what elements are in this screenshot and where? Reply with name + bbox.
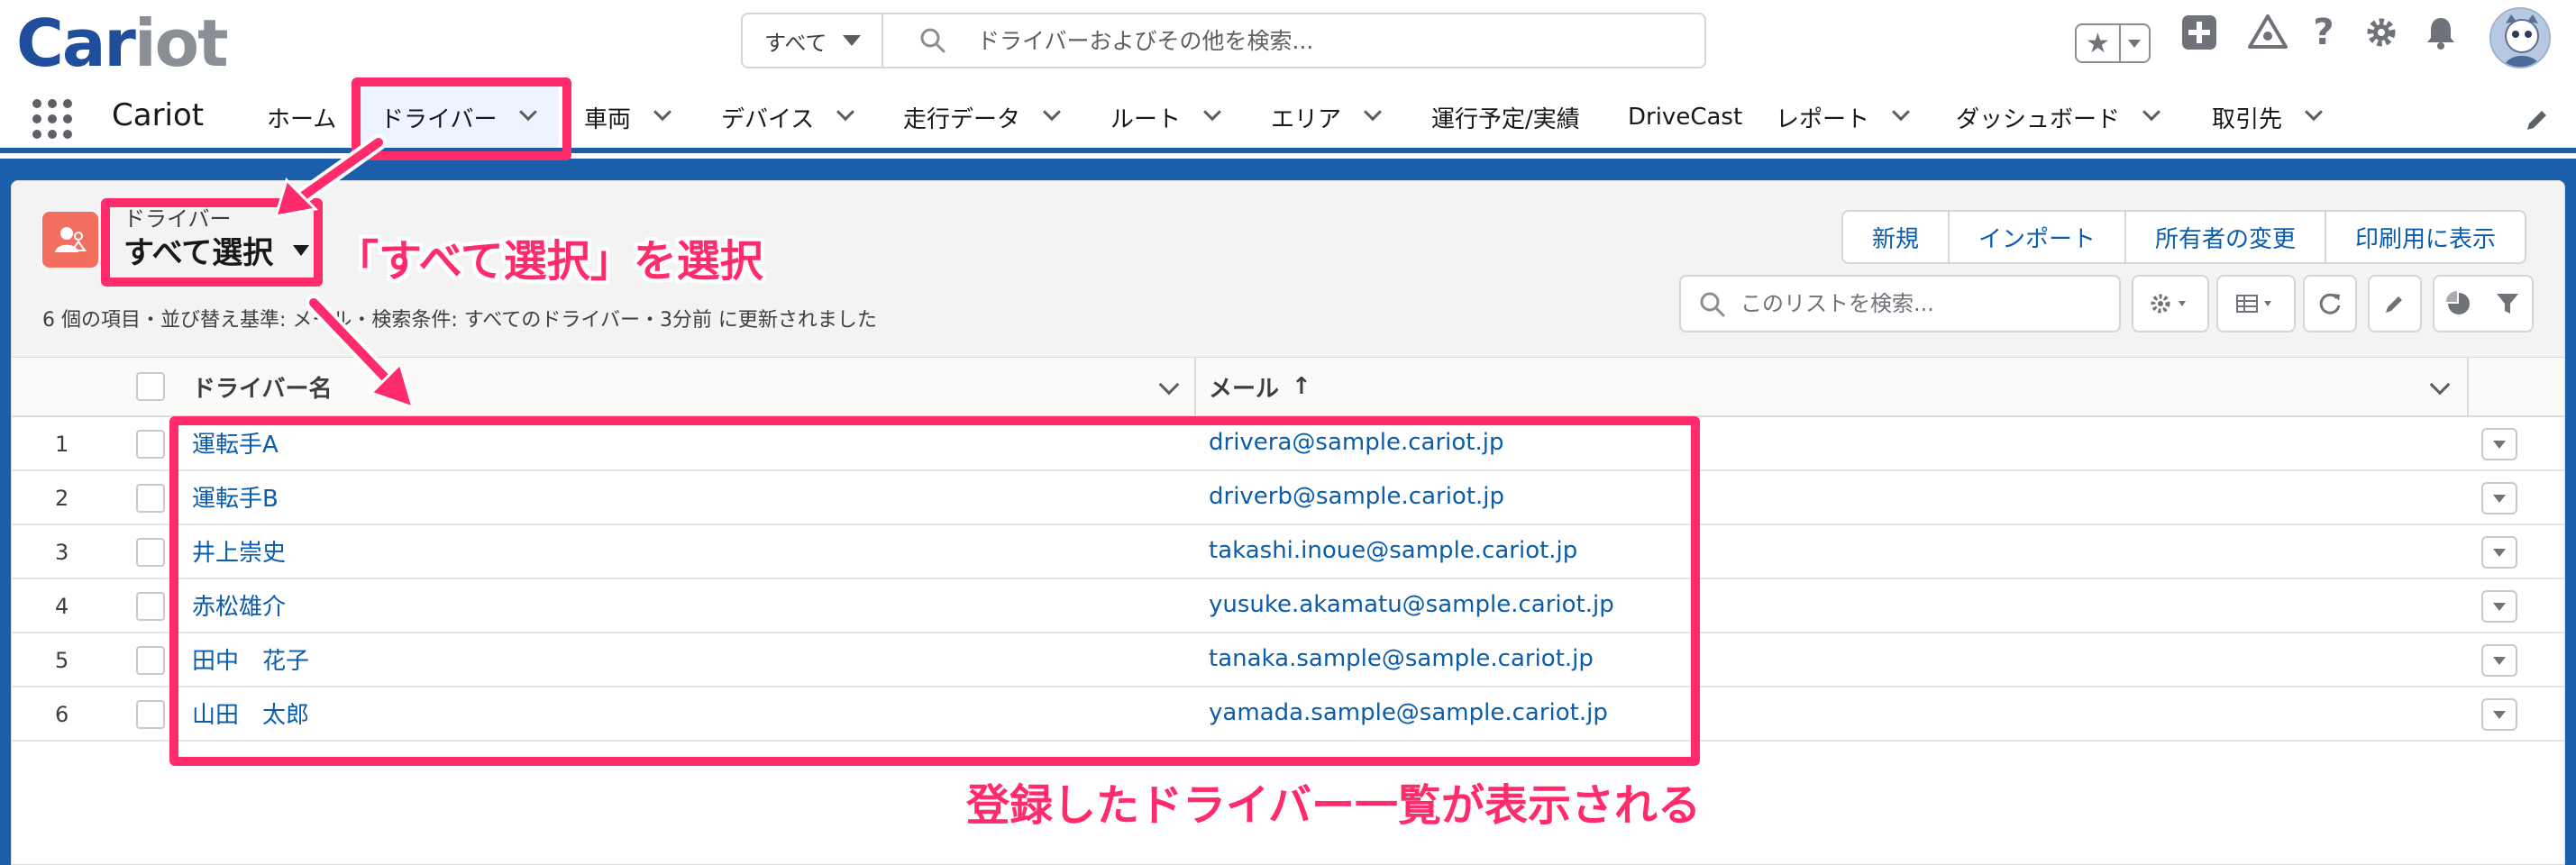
row-number: 6 bbox=[55, 702, 69, 727]
table-header: ドライバー名 メール ↑ bbox=[12, 358, 2564, 417]
nav-item-home[interactable]: ホーム bbox=[267, 86, 336, 148]
row-actions-button[interactable] bbox=[2481, 536, 2517, 569]
row-number: 5 bbox=[55, 648, 69, 673]
nav-item-vehicle[interactable]: 車両 bbox=[584, 86, 671, 148]
filter-icon[interactable] bbox=[2495, 291, 2520, 316]
column-header-driver-name[interactable]: ドライバー名 bbox=[192, 358, 332, 415]
caret-down-icon bbox=[843, 35, 862, 46]
row-number: 1 bbox=[55, 432, 69, 457]
row-checkbox[interactable] bbox=[136, 538, 165, 567]
nav-item-area[interactable]: エリア bbox=[1271, 86, 1382, 148]
list-settings-button[interactable] bbox=[2132, 275, 2209, 332]
highlight-driver-tab bbox=[352, 77, 571, 160]
column-divider[interactable] bbox=[2467, 358, 2469, 415]
nav-item-route[interactable]: ルート bbox=[1110, 86, 1221, 148]
caret-down-icon bbox=[2493, 494, 2506, 503]
chevron-down-icon[interactable] bbox=[2142, 103, 2160, 122]
highlight-driver-list bbox=[169, 416, 1700, 766]
chevron-down-icon[interactable] bbox=[2305, 103, 2323, 122]
row-actions-button[interactable] bbox=[2481, 482, 2517, 514]
search-icon bbox=[1700, 292, 1725, 317]
column-header-email[interactable]: メール ↑ bbox=[1209, 358, 1311, 415]
app-name: Cariot bbox=[112, 97, 205, 133]
global-search-input[interactable] bbox=[977, 20, 1680, 61]
chevron-down-icon[interactable] bbox=[1364, 103, 1382, 122]
nav-item-drivecast[interactable]: DriveCast bbox=[1628, 86, 1742, 148]
row-number: 3 bbox=[55, 540, 69, 565]
chevron-down-icon[interactable] bbox=[1203, 103, 1221, 122]
list-search-input[interactable] bbox=[1740, 284, 2101, 323]
row-number: 4 bbox=[55, 594, 69, 619]
refresh-icon[interactable] bbox=[2303, 275, 2357, 332]
caret-down-icon bbox=[2493, 656, 2506, 665]
chevron-down-icon[interactable] bbox=[1158, 374, 1180, 396]
chart-pie-icon[interactable] bbox=[2446, 291, 2471, 316]
gear-icon[interactable] bbox=[2361, 13, 2401, 52]
chevron-down-icon[interactable] bbox=[1892, 103, 1910, 122]
printable-view-button[interactable]: 印刷用に表示 bbox=[2326, 212, 2525, 262]
caret-down-icon bbox=[2493, 548, 2506, 557]
global-search: すべて bbox=[741, 13, 1706, 68]
global-header: Cariot すべて ★ ? bbox=[0, 0, 2576, 86]
row-actions-button[interactable] bbox=[2481, 428, 2517, 460]
search-icon bbox=[920, 28, 945, 53]
row-actions-button[interactable] bbox=[2481, 590, 2517, 623]
cariot-logo[interactable]: Cariot bbox=[16, 5, 228, 81]
favorites-list-button[interactable] bbox=[2121, 25, 2149, 61]
help-icon[interactable]: ? bbox=[2304, 12, 2343, 53]
row-checkbox[interactable] bbox=[136, 592, 165, 621]
user-avatar[interactable] bbox=[2489, 7, 2551, 68]
edit-nav-pencil-icon[interactable] bbox=[2524, 106, 2551, 133]
change-owner-button[interactable]: 所有者の変更 bbox=[2126, 212, 2327, 262]
caret-down-icon bbox=[2493, 440, 2506, 449]
list-search-box bbox=[1679, 275, 2121, 332]
new-button[interactable]: 新規 bbox=[1843, 212, 1950, 262]
search-scope-dropdown[interactable]: すべて bbox=[743, 14, 883, 67]
favorite-star-icon[interactable]: ★ bbox=[2077, 25, 2121, 61]
caret-down-icon bbox=[2493, 602, 2506, 611]
nav-item-device[interactable]: デバイス bbox=[721, 86, 855, 148]
row-actions-button[interactable] bbox=[2481, 644, 2517, 677]
nav-item-schedule[interactable]: 運行予定/実績 bbox=[1431, 86, 1580, 148]
caret-down-icon bbox=[2493, 710, 2506, 719]
search-scope-label: すべて bbox=[764, 30, 827, 56]
nav-item-report[interactable]: レポート bbox=[1776, 86, 1910, 148]
driver-object-icon bbox=[42, 212, 98, 268]
sort-ascending-arrow-icon: ↑ bbox=[1292, 373, 1311, 400]
app-launcher-icon[interactable] bbox=[32, 99, 72, 139]
annotation-select-all: 「すべて選択」を選択 bbox=[335, 236, 763, 287]
edit-pencil-icon[interactable] bbox=[2368, 275, 2422, 332]
chevron-down-icon[interactable] bbox=[653, 103, 671, 122]
annotation-driver-list: 登録したドライバー一覧が表示される bbox=[966, 780, 1702, 831]
caret-down-icon bbox=[2128, 39, 2142, 48]
row-checkbox[interactable] bbox=[136, 700, 165, 729]
row-actions-button[interactable] bbox=[2481, 698, 2517, 731]
row-checkbox[interactable] bbox=[136, 646, 165, 675]
row-checkbox[interactable] bbox=[136, 430, 165, 459]
chevron-down-icon[interactable] bbox=[2429, 374, 2451, 396]
chart-filter-group bbox=[2433, 275, 2534, 332]
list-action-buttons: 新規 インポート 所有者の変更 印刷用に表示 bbox=[1841, 210, 2527, 264]
row-number: 2 bbox=[55, 486, 69, 511]
nav-item-dashboard[interactable]: ダッシュボード bbox=[1956, 86, 2160, 148]
global-actions-plus-icon[interactable] bbox=[2179, 13, 2219, 52]
list-meta-info: 6 個の項目・並び替え基準: メール・検索条件: すべてのドライバー・3分前 に… bbox=[42, 309, 877, 332]
select-all-checkbox[interactable] bbox=[136, 372, 165, 401]
chevron-down-icon[interactable] bbox=[1043, 103, 1061, 122]
notification-bell-icon[interactable] bbox=[2421, 13, 2461, 52]
highlight-list-view-selector bbox=[101, 198, 323, 287]
display-as-table-button[interactable] bbox=[2216, 275, 2296, 332]
nav-item-drive-data[interactable]: 走行データ bbox=[903, 86, 1061, 148]
import-button[interactable]: インポート bbox=[1950, 212, 2127, 262]
favorites-group: ★ bbox=[2075, 23, 2151, 63]
nav-item-account[interactable]: 取引先 bbox=[2212, 86, 2323, 148]
row-checkbox[interactable] bbox=[136, 484, 165, 513]
trailhead-guidance-icon[interactable] bbox=[2248, 13, 2288, 52]
chevron-down-icon[interactable] bbox=[836, 103, 855, 122]
column-divider[interactable] bbox=[1194, 358, 1196, 415]
